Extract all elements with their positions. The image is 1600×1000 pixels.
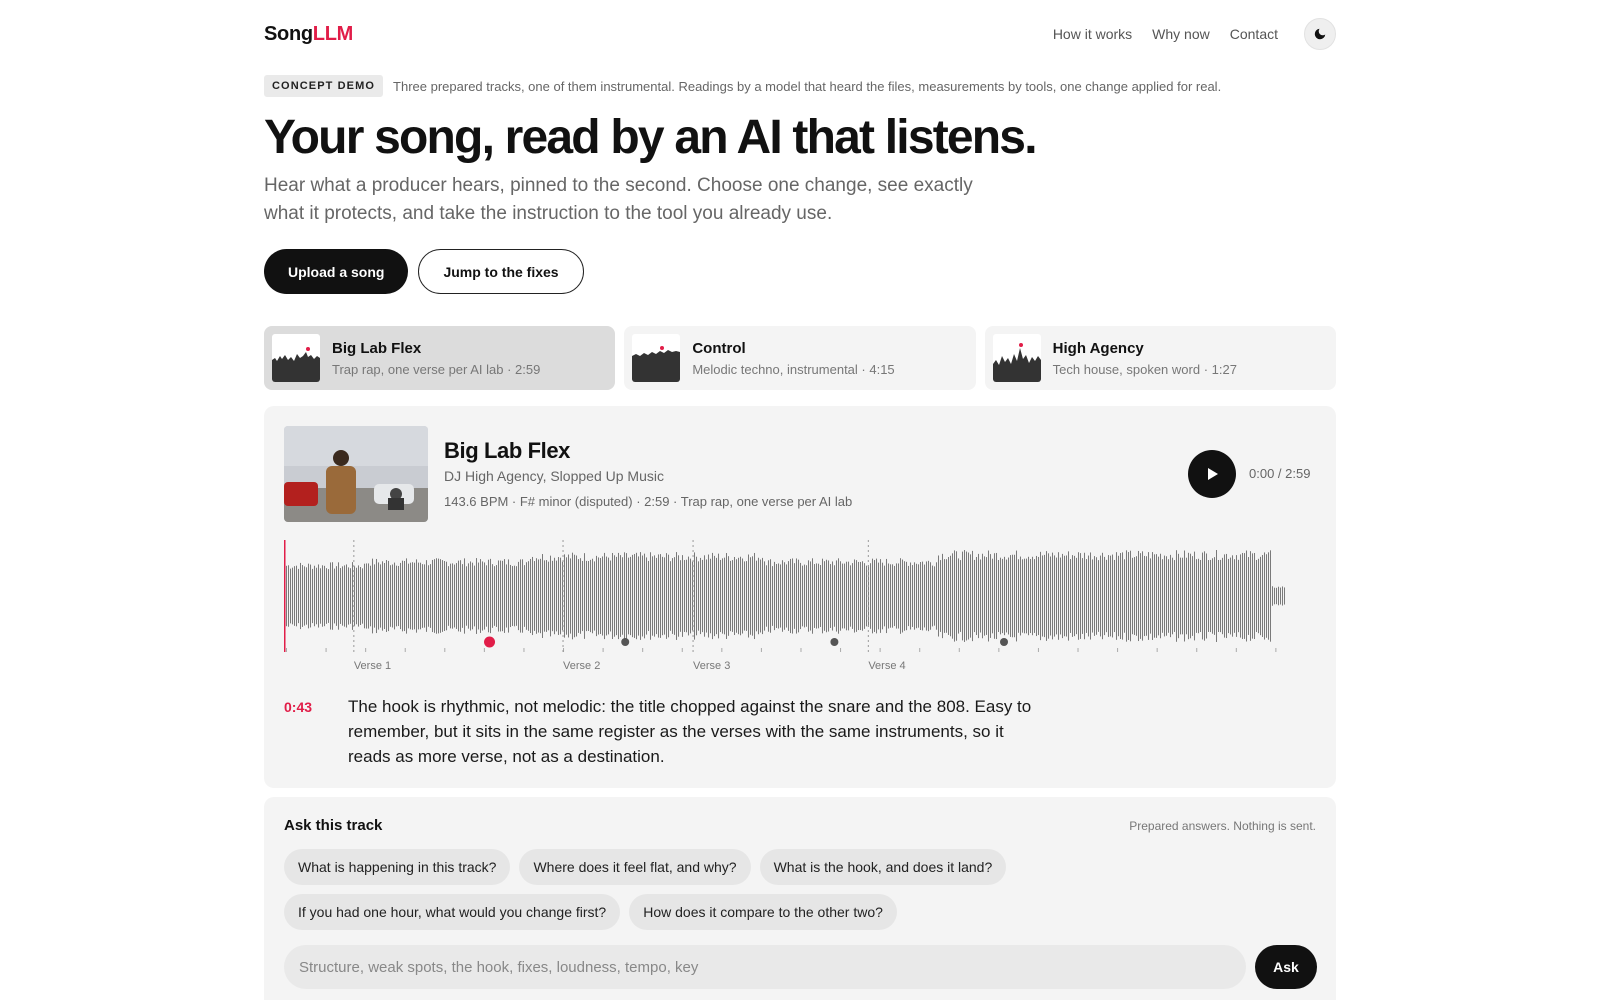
track-card-big-lab-flex[interactable]: Big Lab Flex Trap rap, one verse per AI … [264, 326, 616, 390]
time-tick [1156, 648, 1158, 652]
track-card-meta: Melodic techno, instrumental · 4:15 [692, 361, 895, 377]
question-chip[interactable]: How does it compare to the other two? [629, 894, 897, 930]
ask-note: Prepared answers. Nothing is sent. [1129, 819, 1316, 833]
time-tick [365, 648, 367, 652]
nav-links: How it works Why now Contact [1053, 18, 1336, 50]
track-thumbnail [632, 334, 681, 382]
top-nav: SongLLM How it works Why now Contact [264, 16, 1336, 52]
time-tick [800, 648, 802, 652]
marker[interactable] [830, 638, 839, 646]
time-tick [483, 648, 485, 652]
track-thumbnail [992, 334, 1041, 382]
waveform-bars [286, 550, 1285, 642]
cta-group: Upload a song Jump to the fixes [264, 249, 584, 294]
concept-text: Three prepared tracks, one of them instr… [393, 78, 1222, 94]
section-label[interactable]: Verse 1 [354, 660, 391, 672]
time-tick [721, 648, 723, 652]
time-tick [998, 648, 1000, 652]
time-tick [1196, 648, 1198, 652]
ask-panel: Ask this track Prepared answers. Nothing… [264, 797, 1336, 1000]
time-tick [642, 648, 644, 652]
time-tick [958, 648, 960, 652]
page-subtitle: Hear what a producer hears, pinned to th… [264, 175, 973, 224]
time-tick [523, 648, 525, 652]
question-chip[interactable]: Where does it feel flat, and why? [519, 849, 751, 885]
time-tick [1077, 648, 1079, 652]
ask-input[interactable] [284, 945, 1246, 989]
page-title: Your song, read by an AI that listens. [264, 111, 1038, 164]
logo-accent: LLM [312, 22, 354, 45]
time-tick [325, 648, 327, 652]
moon-icon [1314, 28, 1326, 40]
time-tick [840, 648, 842, 652]
jump-to-fixes-button[interactable]: Jump to the fixes [418, 249, 584, 294]
song-artist: DJ High Agency, Slopped Up Music [444, 468, 664, 484]
note-text: The hook is rhythmic, not melodic: the t… [348, 697, 1032, 766]
ask-button[interactable]: Ask [1255, 945, 1317, 989]
track-selector: Big Lab Flex Trap rap, one verse per AI … [264, 326, 1336, 390]
question-chip[interactable]: What is happening in this track? [284, 849, 511, 885]
song-title: Big Lab Flex [444, 438, 570, 463]
time-tick [404, 648, 406, 652]
track-card-title: Control [692, 339, 746, 357]
theme-toggle-button[interactable] [1304, 18, 1336, 50]
nav-link-contact[interactable]: Contact [1230, 26, 1278, 42]
time-tick [681, 648, 683, 652]
waveform[interactable]: Verse 1 Verse 2 Verse 3 Verse 4 [284, 540, 1318, 676]
time-tick [602, 648, 604, 652]
time-tick [1235, 648, 1237, 652]
note-timestamp[interactable]: 0:43 [284, 699, 312, 715]
time-tick [1037, 648, 1039, 652]
track-thumbnail [272, 334, 320, 382]
playback-time: 0:00 / 2:59 [1249, 466, 1311, 481]
question-chip[interactable]: What is the hook, and does it land? [759, 849, 1007, 885]
nav-link-how-it-works[interactable]: How it works [1053, 26, 1132, 42]
time-tick [444, 648, 446, 652]
track-card-control[interactable]: Control Melodic techno, instrumental · 4… [624, 326, 976, 390]
upload-song-button[interactable]: Upload a song [264, 249, 409, 294]
section-label[interactable]: Verse 2 [563, 660, 600, 672]
track-card-high-agency[interactable]: High Agency Tech house, spoken word · 1:… [984, 326, 1336, 390]
ask-title: Ask this track [284, 817, 383, 834]
song-meta: 143.6 BPM · F# minor (disputed) · 2:59 ·… [444, 494, 853, 509]
concept-line: CONCEPT DEMO Three prepared tracks, one … [264, 75, 1221, 97]
question-chips: What is happening in this track? Where d… [284, 849, 1264, 930]
album-cover [284, 426, 428, 522]
logo-main: Song [264, 22, 313, 45]
nav-link-why-now[interactable]: Why now [1152, 26, 1210, 42]
player-panel: Big Lab Flex DJ High Agency, Slopped Up … [264, 406, 1336, 788]
marker[interactable] [621, 638, 630, 646]
playhead[interactable] [284, 540, 286, 652]
time-tick [1117, 648, 1119, 652]
time-tick [879, 648, 881, 652]
play-icon [1208, 468, 1218, 480]
logo[interactable]: SongLLM [264, 23, 353, 46]
question-chip[interactable]: If you had one hour, what would you chan… [284, 894, 621, 930]
active-marker[interactable] [484, 636, 496, 648]
track-card-title: High Agency [1052, 339, 1144, 357]
track-card-meta: Trap rap, one verse per AI lab · 2:59 [332, 361, 541, 377]
play-button[interactable] [1188, 450, 1236, 498]
track-card-title: Big Lab Flex [332, 339, 422, 357]
track-card-meta: Tech house, spoken word · 1:27 [1052, 361, 1237, 377]
section-label[interactable]: Verse 4 [868, 660, 905, 672]
section-label[interactable]: Verse 3 [693, 660, 730, 672]
time-tick [1275, 648, 1277, 652]
time-tick [286, 648, 287, 652]
time-tick [919, 648, 921, 652]
time-tick [760, 648, 762, 652]
marker[interactable] [1000, 638, 1009, 646]
concept-badge: CONCEPT DEMO [264, 75, 384, 97]
